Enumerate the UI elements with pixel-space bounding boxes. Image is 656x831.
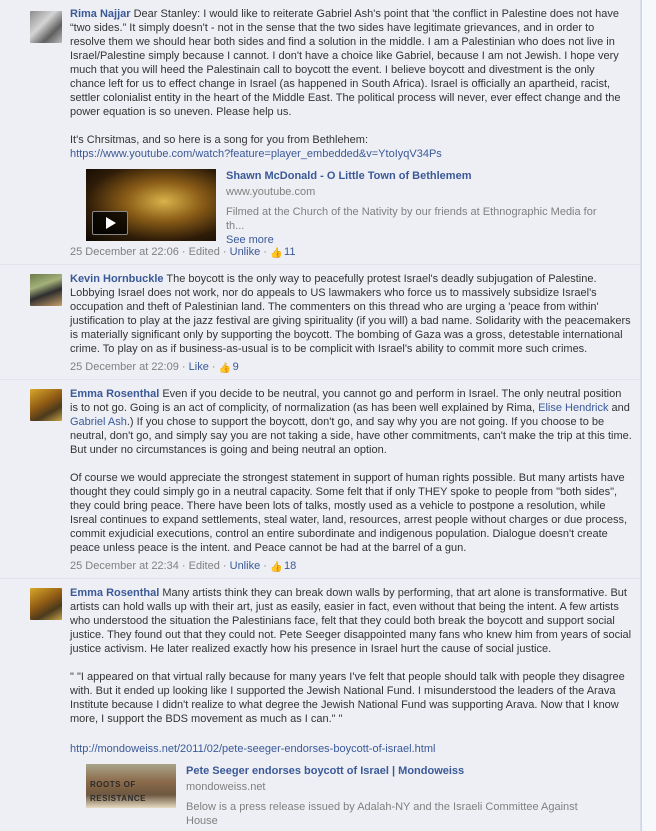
comment-body: Emma Rosenthal Even if you decide to be … bbox=[70, 387, 632, 457]
comment-text: .) If you chose to support the boycott, … bbox=[70, 416, 632, 456]
link-attachment[interactable]: ROOTS OF RESISTANCE Pete Seeger endorses… bbox=[86, 764, 632, 827]
comment: Rima Najjar Dear Stanley: I would like t… bbox=[0, 0, 640, 265]
attachment-description: Filmed at the Church of the Nativity by … bbox=[226, 206, 597, 232]
comment: Kevin Hornbuckle The boycott is the only… bbox=[0, 265, 640, 380]
comment-body: Rima Najjar Dear Stanley: I would like t… bbox=[70, 7, 632, 119]
comment-meta: 25 December at 22:09 · Like · 👍 9 bbox=[70, 361, 239, 374]
comment-author[interactable]: Rima Najjar bbox=[70, 8, 131, 20]
comment-timestamp[interactable]: 25 December at 22:09 bbox=[70, 361, 179, 373]
attachment-info: Shawn McDonald - O Little Town of Bethle… bbox=[226, 169, 616, 247]
avatar[interactable] bbox=[30, 274, 62, 306]
comment-text: Of course we would appreciate the strong… bbox=[70, 472, 628, 554]
comment-text: and bbox=[608, 402, 630, 414]
mondoweiss-link[interactable]: http://mondoweiss.net/2011/02/pete-seege… bbox=[70, 743, 435, 755]
comment-body: Emma Rosenthal Many artists think they c… bbox=[70, 586, 632, 656]
attachment-thumbnail[interactable]: ROOTS OF RESISTANCE bbox=[86, 764, 176, 808]
unlike-button[interactable]: Unlike bbox=[230, 246, 261, 258]
avatar[interactable] bbox=[30, 11, 62, 43]
comment-text: Dear Stanley: I would like to reiterate … bbox=[70, 8, 621, 118]
comment-text: The boycott is the only way to peacefull… bbox=[70, 273, 631, 355]
comment-meta: 25 December at 22:34 · Edited · Unlike ·… bbox=[70, 560, 297, 573]
like-count[interactable]: 11 bbox=[284, 246, 295, 258]
comment-body: Kevin Hornbuckle The boycott is the only… bbox=[70, 272, 632, 356]
youtube-link[interactable]: https://www.youtube.com/watch?feature=pl… bbox=[70, 148, 442, 160]
mention-link[interactable]: Gabriel Ash bbox=[70, 416, 127, 428]
like-button[interactable]: Like bbox=[189, 361, 209, 373]
avatar[interactable] bbox=[30, 588, 62, 620]
comment: Emma Rosenthal Even if you decide to be … bbox=[0, 380, 640, 579]
link-attachment[interactable]: Shawn McDonald - O Little Town of Bethle… bbox=[86, 169, 632, 246]
thumbnail-caption: ROOTS OF RESISTANCE bbox=[90, 780, 146, 803]
edited-label[interactable]: Edited bbox=[189, 246, 220, 258]
comment-quote: " "I appeared on that virtual rally beca… bbox=[70, 671, 625, 725]
attachment-domain: mondoweiss.net bbox=[186, 781, 266, 793]
mention-link[interactable]: Elise Hendrick bbox=[538, 402, 608, 414]
comment: Emma Rosenthal Many artists think they c… bbox=[0, 579, 640, 829]
like-count[interactable]: 18 bbox=[284, 560, 296, 572]
attachment-title[interactable]: Shawn McDonald - O Little Town of Bethle… bbox=[226, 169, 616, 183]
video-thumbnail[interactable] bbox=[86, 169, 216, 241]
comment-author[interactable]: Kevin Hornbuckle bbox=[70, 273, 164, 285]
avatar[interactable] bbox=[30, 389, 62, 421]
scrollbar[interactable] bbox=[641, 0, 656, 831]
edited-label[interactable]: Edited bbox=[189, 560, 220, 572]
comment-author[interactable]: Emma Rosenthal bbox=[70, 587, 159, 599]
comment-meta: 25 December at 22:06 · Edited · Unlike ·… bbox=[70, 246, 296, 259]
attachment-description: Below is a press release issued by Adala… bbox=[186, 801, 578, 827]
thumbs-up-icon: 👍 bbox=[269, 562, 283, 573]
thumbs-up-icon: 👍 bbox=[269, 248, 283, 259]
like-count[interactable]: 9 bbox=[233, 361, 239, 373]
unlike-button[interactable]: Unlike bbox=[230, 560, 261, 572]
comment-author[interactable]: Emma Rosenthal bbox=[70, 388, 159, 400]
see-more-link[interactable]: See more bbox=[226, 234, 274, 246]
comment-timestamp[interactable]: 25 December at 22:34 bbox=[70, 560, 179, 572]
comment-thread: Rima Najjar Dear Stanley: I would like t… bbox=[0, 0, 656, 831]
comment-text: It's Chrsitmas, and so here is a song fo… bbox=[70, 134, 369, 146]
attachment-title[interactable]: Pete Seeger endorses boycott of Israel |… bbox=[186, 764, 606, 778]
thumbs-up-icon: 👍 bbox=[218, 363, 232, 374]
attachment-info: Pete Seeger endorses boycott of Israel |… bbox=[186, 764, 606, 828]
attachment-domain: www.youtube.com bbox=[226, 186, 316, 198]
comment-timestamp[interactable]: 25 December at 22:06 bbox=[70, 246, 179, 258]
play-icon[interactable] bbox=[92, 211, 128, 235]
